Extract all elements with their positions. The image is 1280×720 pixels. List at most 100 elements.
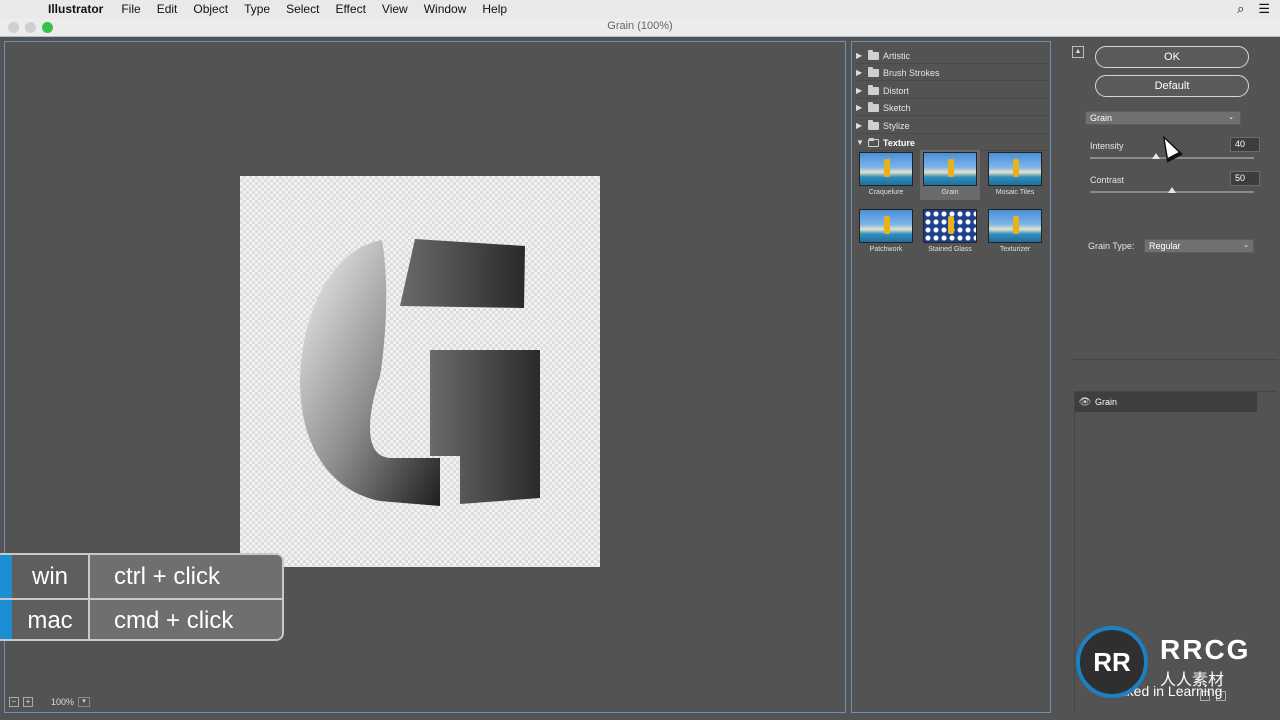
shortcut-row-mac: mac cmd + click <box>0 598 282 639</box>
shortcut-os-label: mac <box>12 600 90 639</box>
intensity-label: Intensity <box>1090 141 1124 151</box>
zoom-bar: − + 100% ▾ <box>9 694 91 710</box>
triangle-right-icon: ▶ <box>856 103 863 112</box>
folder-icon <box>868 101 879 112</box>
rrcg-text: RRCG <box>1160 634 1251 665</box>
category-label: Brush Strokes <box>883 67 940 78</box>
dialog-titlebar: Grain (100%) <box>0 18 1280 37</box>
category-sketch[interactable]: ▶ Sketch <box>856 100 1048 116</box>
category-distort[interactable]: ▶ Distort <box>856 83 1048 99</box>
contrast-slider-knob[interactable] <box>1168 187 1176 193</box>
zoom-dropdown-icon[interactable]: ▾ <box>78 697 91 707</box>
folder-icon <box>868 119 879 130</box>
rrcg-circle-icon: RR <box>1076 626 1148 698</box>
filter-label: Texturizer <box>999 246 1031 253</box>
filter-patchwork[interactable]: Patchwork <box>856 207 916 257</box>
menu-app-name[interactable]: Illustrator <box>40 2 113 16</box>
contrast-label: Contrast <box>1090 175 1125 185</box>
ok-button[interactable]: OK <box>1095 46 1249 68</box>
letter-g-artwork <box>300 239 540 506</box>
menu-type[interactable]: Type <box>236 2 278 16</box>
filter-craquelure[interactable]: Craquelure <box>856 150 916 200</box>
filter-select[interactable]: Grain ⌄ <box>1085 111 1241 125</box>
category-label: Texture <box>883 137 915 148</box>
shortcut-row-win: win ctrl + click <box>0 555 282 598</box>
triangle-right-icon: ▶ <box>856 51 863 60</box>
category-label: Stylize <box>883 120 910 131</box>
filter-label: Mosaic Tiles <box>995 189 1035 196</box>
category-label: Distort <box>883 85 910 96</box>
filter-thumbnail <box>988 209 1042 243</box>
filter-thumbnail <box>859 152 913 186</box>
filter-mosaic-tiles[interactable]: Mosaic Tiles <box>985 150 1045 200</box>
menu-view[interactable]: View <box>374 2 416 16</box>
filter-grain[interactable]: Grain <box>920 150 980 200</box>
menu-file[interactable]: File <box>113 2 148 16</box>
effect-layer-row[interactable]: 👁 Grain <box>1075 392 1257 412</box>
zoom-in-button[interactable]: + <box>23 697 33 707</box>
filter-select-value: Grain <box>1090 113 1113 123</box>
triangle-down-icon: ▼ <box>856 138 864 147</box>
triangle-right-icon: ▶ <box>856 86 863 95</box>
accent-bar <box>0 600 12 639</box>
menu-list-icon[interactable]: ☰ <box>1258 1 1270 17</box>
eye-icon[interactable]: 👁 <box>1075 397 1095 408</box>
divider <box>1072 359 1278 360</box>
category-label: Artistic <box>883 50 910 61</box>
menu-select[interactable]: Select <box>278 2 327 16</box>
filter-thumbnail <box>859 209 913 243</box>
triangle-right-icon: ▶ <box>856 121 863 130</box>
category-texture[interactable]: ▼ Texture <box>856 135 1048 151</box>
accent-bar <box>0 555 12 598</box>
chevron-down-icon: ⌄ <box>1228 114 1234 121</box>
effect-layer-label: Grain <box>1095 397 1118 407</box>
filter-label: Craquelure <box>868 189 904 196</box>
rrcg-logo: RR RRCG 人人素材 <box>1076 626 1276 698</box>
menu-window[interactable]: Window <box>416 2 475 16</box>
filter-gallery-list: ▶ Artistic ▶ Brush Strokes ▶ Distort ▶ S… <box>851 41 1051 713</box>
triangle-right-icon: ▶ <box>856 68 863 77</box>
rrcg-subtext: 人人素材 <box>1160 672 1225 689</box>
artwork-preview <box>240 176 600 567</box>
shortcut-os-label: win <box>12 555 90 598</box>
grain-type-select[interactable]: Regular ⌄ <box>1144 239 1254 253</box>
dialog-title: Grain (100%) <box>607 20 673 32</box>
contrast-slider[interactable] <box>1090 187 1254 193</box>
category-label: Sketch <box>883 102 911 113</box>
menu-bar: Illustrator File Edit Object Type Select… <box>0 0 1280 18</box>
shortcut-keys: ctrl + click <box>90 555 282 598</box>
search-icon[interactable]: ⌕ <box>1237 1 1244 17</box>
filter-stained-glass[interactable]: Stained Glass <box>920 207 980 257</box>
filter-label: Patchwork <box>869 246 903 253</box>
filter-label: Stained Glass <box>928 246 972 253</box>
category-stylize[interactable]: ▶ Stylize <box>856 118 1048 134</box>
contrast-input[interactable]: 50 <box>1230 171 1260 186</box>
category-artistic[interactable]: ▶ Artistic <box>856 48 1048 64</box>
shortcut-overlay: win ctrl + click mac cmd + click <box>0 553 284 641</box>
shortcut-keys: cmd + click <box>90 600 282 639</box>
filter-label: Grain <box>941 189 959 196</box>
folder-icon <box>868 84 879 95</box>
intensity-input[interactable]: 40 <box>1230 137 1260 152</box>
category-brush-strokes[interactable]: ▶ Brush Strokes <box>856 65 1048 81</box>
default-button[interactable]: Default <box>1095 75 1249 97</box>
intensity-slider-knob[interactable] <box>1151 153 1160 159</box>
filter-thumbnail <box>923 152 977 186</box>
contrast-control: Contrast 50 <box>1090 171 1260 186</box>
menu-object[interactable]: Object <box>185 2 236 16</box>
folder-icon <box>868 66 879 77</box>
folder-icon <box>868 49 879 60</box>
folder-open-icon <box>868 137 879 147</box>
filter-texturizer[interactable]: Texturizer <box>985 207 1045 257</box>
menu-edit[interactable]: Edit <box>149 2 186 16</box>
zoom-out-button[interactable]: − <box>9 697 19 707</box>
grain-type-label: Grain Type: <box>1088 241 1135 251</box>
zoom-value: 100% <box>51 697 75 707</box>
grain-type-value: Regular <box>1149 241 1181 251</box>
filter-thumbnail <box>923 209 977 243</box>
filter-thumbnail <box>988 152 1042 186</box>
menu-effect[interactable]: Effect <box>327 2 373 16</box>
collapse-gallery-icon[interactable]: ▲ <box>1072 46 1084 58</box>
menu-help[interactable]: Help <box>474 2 515 16</box>
chevron-down-icon: ⌄ <box>1243 242 1249 249</box>
